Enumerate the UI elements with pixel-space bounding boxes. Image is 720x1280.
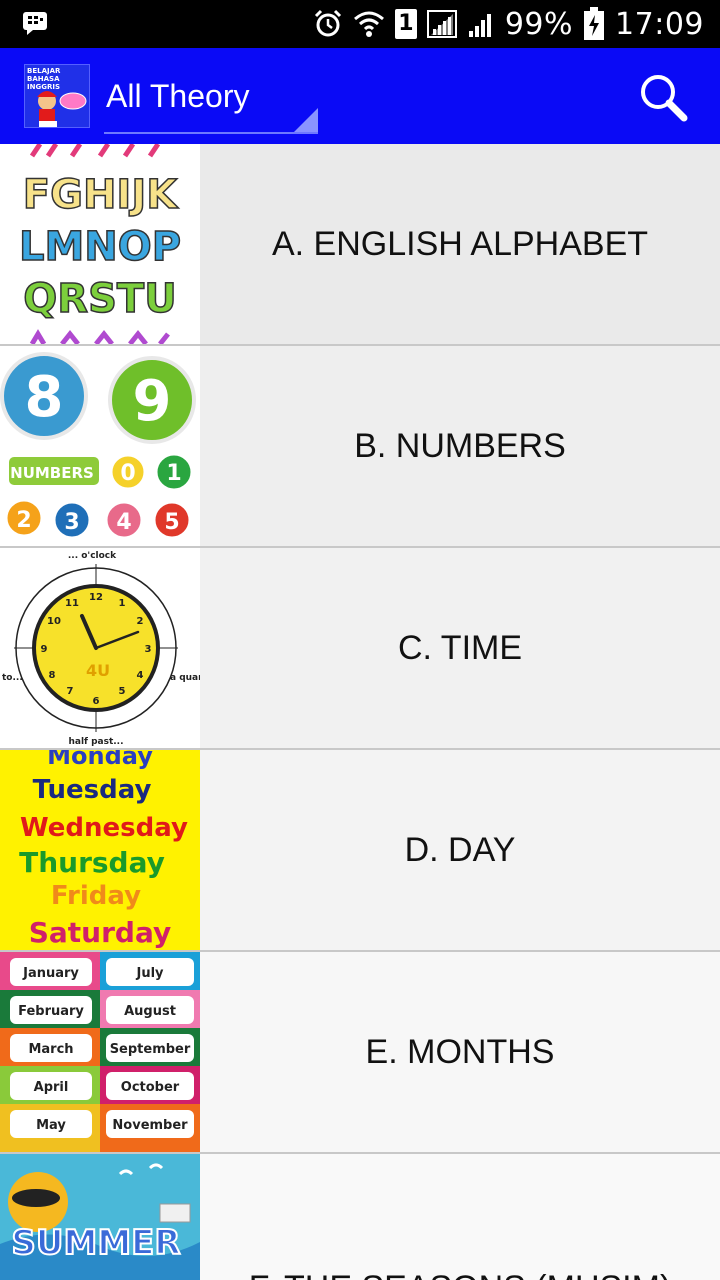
clock-time: 17:09 (615, 6, 704, 42)
months-thumbnail: January July February August March Septe… (0, 952, 200, 1152)
app-bar: BELAJAR BAHASA INGGRIS All Theory (0, 48, 720, 144)
bbm-icon (22, 11, 48, 39)
month-august: August (124, 1004, 176, 1019)
list-item-label: A. ENGLISH ALPHABET (271, 224, 649, 263)
month-april: April (34, 1080, 69, 1095)
list-item-label: B. NUMBERS (354, 426, 566, 465)
clock-caption-top: ... o'clock (68, 551, 117, 561)
theory-list: FGHIJK LMNOP QRSTU A. ENGLISH ALPHABET 8… (0, 144, 720, 1280)
clock-9: 9 (41, 644, 48, 655)
clock-10: 10 (47, 616, 61, 627)
number-1: 1 (166, 461, 181, 486)
clock-caption-right: a quar (170, 673, 200, 683)
clock-caption-bottom: half past... (68, 737, 123, 747)
summer-thumbnail: SUMMER (0, 1154, 200, 1280)
month-may: May (36, 1118, 66, 1133)
clock-caption-left: to... (2, 673, 23, 683)
day-wednesday: Wednesday (20, 813, 188, 843)
number-4: 4 (116, 510, 131, 535)
clock-2: 2 (137, 616, 144, 627)
numbers-tag: NUMBERS (10, 464, 94, 482)
clock-center-logo: 4U (86, 661, 110, 680)
wifi-icon (353, 11, 384, 37)
clock-11: 11 (65, 598, 79, 609)
search-icon (641, 75, 688, 122)
number-0: 0 (120, 461, 135, 486)
number-9: 9 (133, 369, 172, 434)
clock-8: 8 (49, 670, 56, 681)
spinner-selected-value: All Theory (106, 78, 250, 114)
day-tuesday: Tuesday (33, 775, 152, 805)
list-item-label: E. MONTHS (365, 1032, 555, 1071)
list-item-seasons[interactable]: SUMMER F. THE SEASONS (MUSIM) (0, 1154, 720, 1280)
alphabet-line-1: FGHIJK (23, 172, 179, 218)
alarm-icon (314, 9, 341, 37)
summer-word: SUMMER (11, 1223, 180, 1263)
month-july: July (135, 966, 164, 981)
battery-charging-icon (584, 7, 605, 40)
clock-6: 6 (93, 696, 100, 707)
month-november: November (112, 1118, 188, 1133)
status-bar: 1 99% 17:09 (0, 0, 720, 48)
search-button[interactable] (636, 70, 692, 126)
list-item-months[interactable]: January July February August March Septe… (0, 952, 720, 1154)
battery-percent: 99% (504, 6, 574, 42)
number-5: 5 (164, 510, 179, 535)
number-3: 3 (64, 510, 79, 535)
signal-icon-2 (468, 14, 491, 37)
month-october: October (121, 1080, 180, 1095)
clock-4: 4 (137, 670, 144, 681)
number-2: 2 (16, 508, 31, 533)
list-item-numbers[interactable]: 8 9 NUMBERS 0 1 2 3 4 5 B. NUMBERS (0, 346, 720, 548)
alphabet-line-2: LMNOP (19, 224, 181, 270)
clock-5: 5 (119, 686, 126, 697)
category-spinner[interactable]: All Theory (104, 68, 318, 134)
month-january: January (22, 966, 79, 981)
day-thursday: Thursday (19, 846, 165, 879)
month-march: March (28, 1042, 73, 1057)
clock-thumbnail: ... o'clock half past... to... a quar 12… (0, 548, 200, 748)
month-february: February (18, 1004, 84, 1019)
alphabet-line-3: QRSTU (23, 276, 176, 322)
sim-badge: 1 (394, 9, 417, 39)
clock-12: 12 (89, 592, 103, 603)
signal-icon-1 (426, 10, 457, 38)
day-friday: Friday (51, 881, 141, 911)
number-8: 8 (25, 365, 64, 430)
list-item-alphabet[interactable]: FGHIJK LMNOP QRSTU A. ENGLISH ALPHABET (0, 144, 720, 346)
clock-1: 1 (119, 598, 126, 609)
list-item-day[interactable]: Monday Tuesday Wednesday Thursday Friday… (0, 750, 720, 952)
clock-7: 7 (67, 686, 74, 697)
day-monday: Monday (47, 750, 153, 770)
app-logo: BELAJAR BAHASA INGGRIS (24, 64, 90, 128)
dropdown-triangle-icon (294, 108, 318, 132)
clock-3: 3 (145, 644, 152, 655)
list-item-label: F. THE SEASONS (MUSIM) (249, 1269, 672, 1280)
list-item-label: C. TIME (397, 628, 523, 667)
month-september: September (110, 1042, 191, 1057)
day-saturday: Saturday (29, 916, 172, 949)
list-item-time[interactable]: ... o'clock half past... to... a quar 12… (0, 548, 720, 750)
days-thumbnail: Monday Tuesday Wednesday Thursday Friday… (0, 750, 200, 950)
numbers-thumbnail: 8 9 NUMBERS 0 1 2 3 4 5 (0, 346, 200, 546)
list-item-label: D. DAY (404, 830, 516, 869)
alphabet-thumbnail: FGHIJK LMNOP QRSTU (0, 144, 200, 344)
